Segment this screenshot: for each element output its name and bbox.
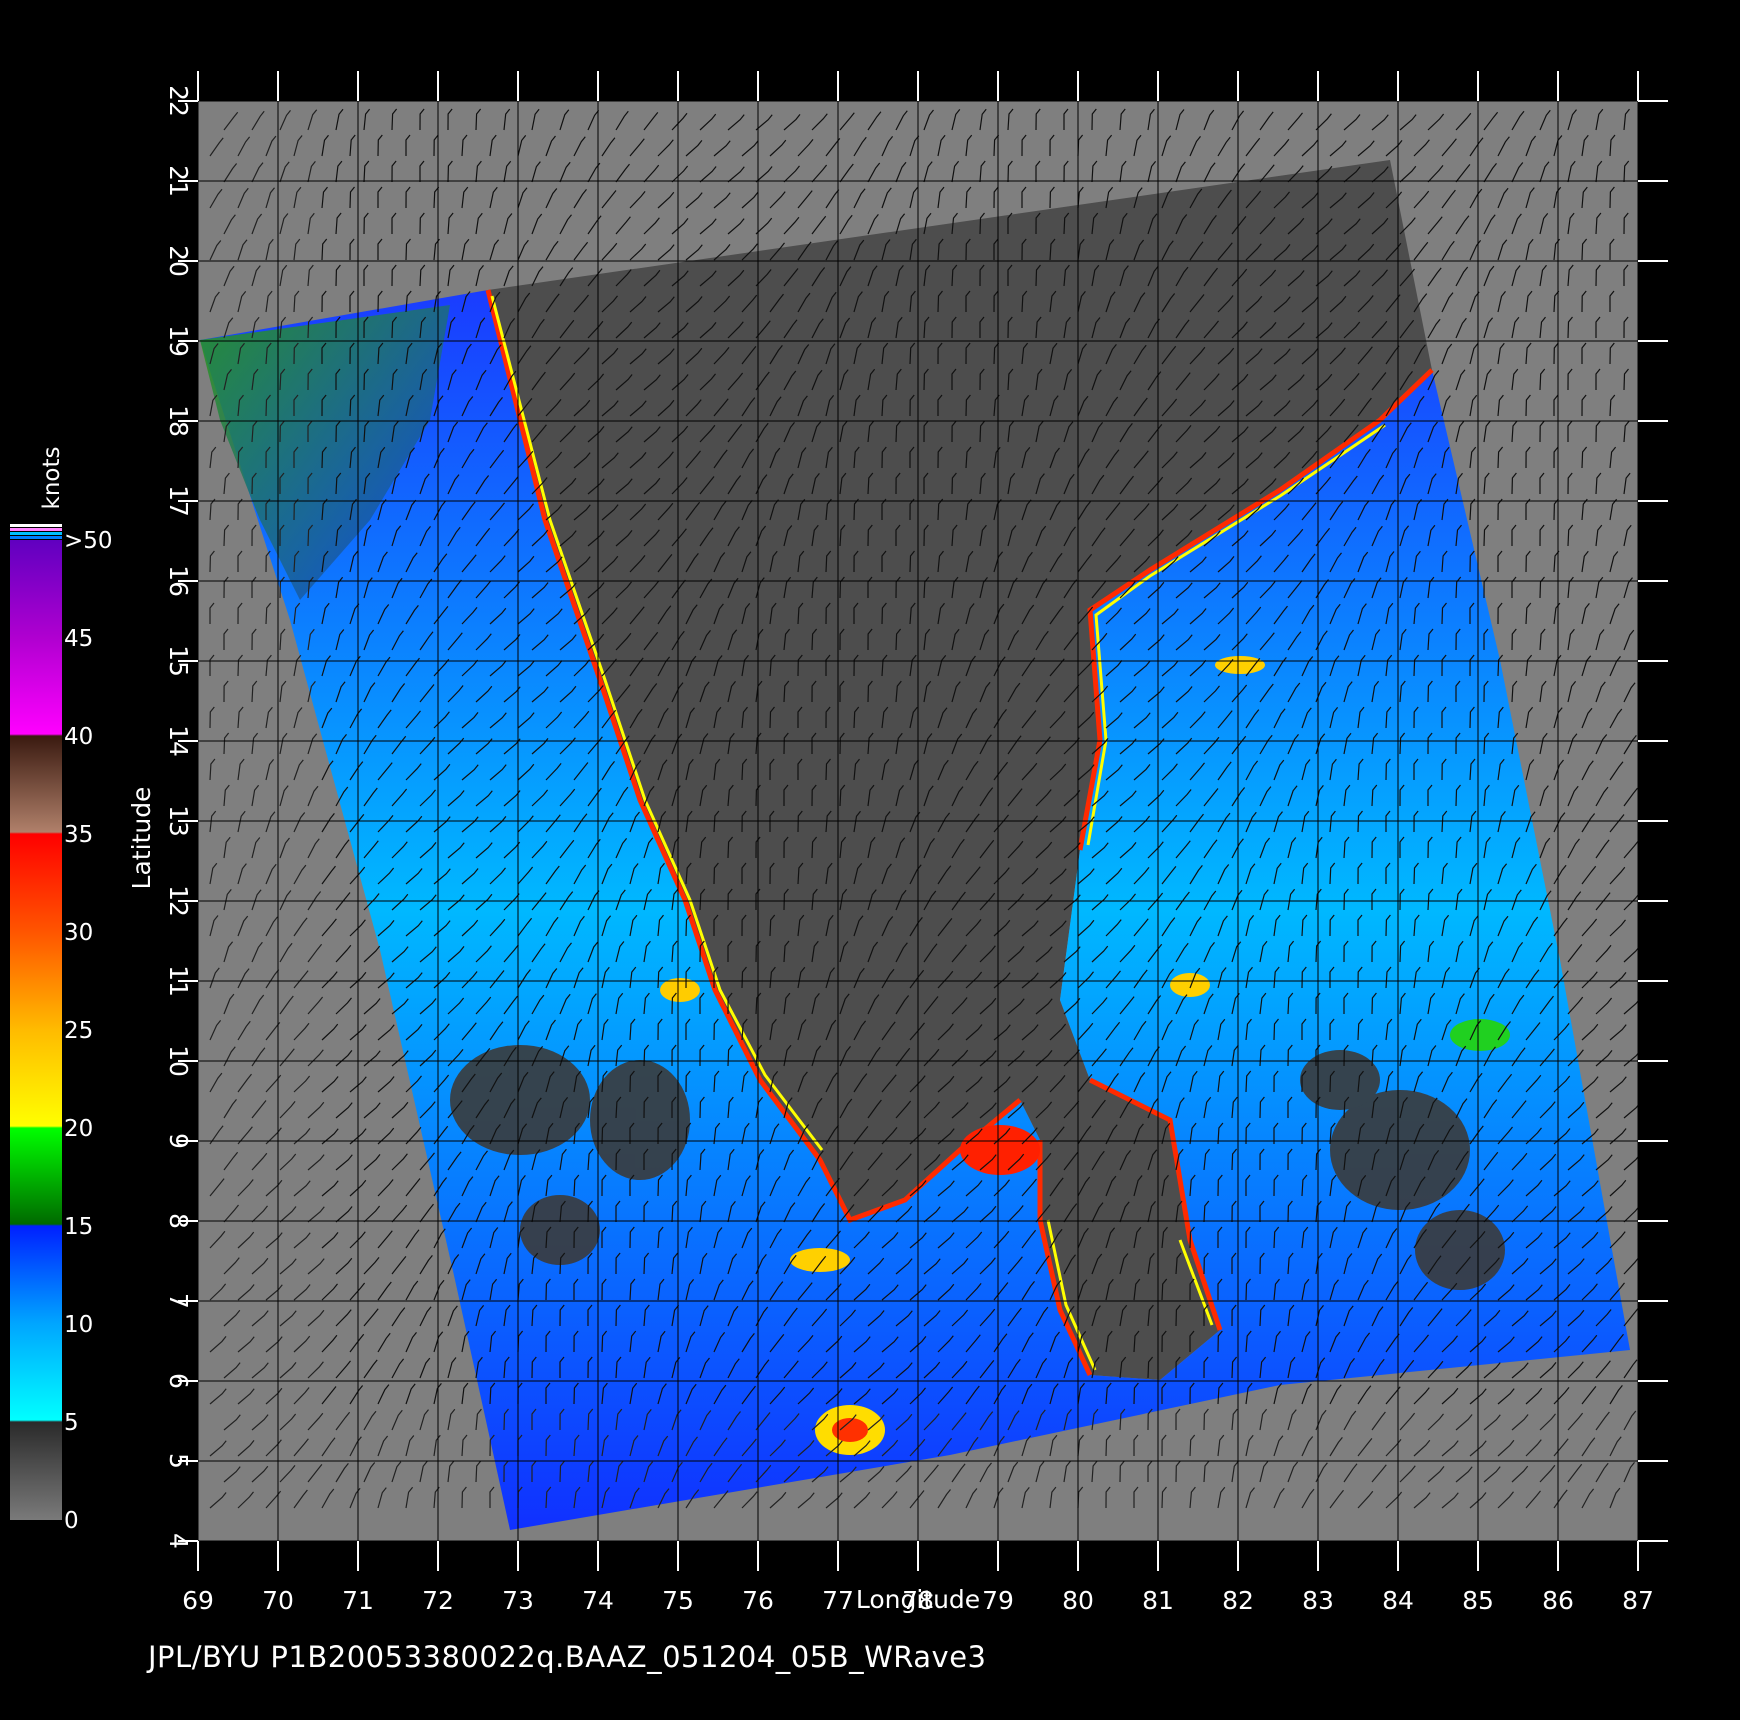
colorbar-tick-label: 40 — [64, 724, 93, 750]
lon-tick-label: 72 — [422, 1586, 454, 1615]
colorbar-overflow-strip — [10, 528, 62, 531]
lat-tick-label: 8 — [164, 1213, 193, 1229]
map-plot-area — [198, 101, 1638, 1541]
lat-tick-label: 18 — [164, 405, 193, 437]
colorbar-gradient — [10, 540, 62, 1520]
x-axis-title: Longitude — [856, 1585, 980, 1614]
lat-tick-label: 5 — [164, 1453, 193, 1469]
colorbar-tick-label: 45 — [64, 626, 93, 652]
colorbar-tick-label: >50 — [64, 528, 113, 554]
lat-tick-label: 22 — [164, 85, 193, 117]
lat-tick-label: 21 — [164, 165, 193, 197]
colorbar-tick-label: 25 — [64, 1018, 93, 1044]
colorbar-overflow-strip — [10, 536, 62, 539]
lon-tick-label: 86 — [1542, 1586, 1574, 1615]
lat-tick-label: 11 — [164, 965, 193, 997]
colorbar-tick-label: 15 — [64, 1214, 93, 1240]
lon-tick-label: 75 — [662, 1586, 694, 1615]
colorbar-overflow-strip — [10, 524, 62, 527]
lon-tick-label: 74 — [582, 1586, 614, 1615]
colorbar-tick-label: 30 — [64, 920, 93, 946]
lon-tick-label: 70 — [262, 1586, 294, 1615]
lat-tick-label: 10 — [164, 1045, 193, 1077]
lat-tick-label: 16 — [164, 565, 193, 597]
footer-caption: JPL/BYU P1B20053380022q.BAAZ_051204_05B_… — [148, 1640, 987, 1674]
wind-map-figure: 69 70 71 72 73 74 75 76 77 78 79 80 81 82 83 84 85 86 8745… — [10, 71, 1668, 1615]
wind-speed-colorbar: >50 45 40 35 30 25 20 15 10 5 0 — [10, 524, 113, 1534]
lat-tick-label: 20 — [164, 245, 193, 277]
lon-tick-label: 77 — [822, 1586, 854, 1615]
lat-tick-label: 12 — [164, 885, 193, 917]
lon-tick-label: 85 — [1462, 1586, 1494, 1615]
lon-tick-label: 83 — [1302, 1586, 1334, 1615]
colorbar-title: knots — [39, 447, 65, 510]
colorbar-tick-label: 10 — [64, 1312, 93, 1338]
y-axis-title: Latitude — [127, 787, 156, 890]
lon-tick-label: 79 — [982, 1586, 1014, 1615]
colorbar-overflow-strip — [10, 532, 62, 535]
colorbar-tick-label: 35 — [64, 822, 93, 848]
lon-tick-label: 81 — [1142, 1586, 1174, 1615]
lon-tick-label: 71 — [342, 1586, 374, 1615]
lat-tick-label: 7 — [164, 1293, 193, 1309]
lat-tick-label: 15 — [164, 645, 193, 677]
lat-tick-label: 9 — [164, 1133, 193, 1149]
lat-tick-label: 6 — [164, 1373, 193, 1389]
lon-tick-label: 80 — [1062, 1586, 1094, 1615]
lat-tick-label: 4 — [164, 1533, 193, 1549]
lon-tick-label: 87 — [1622, 1586, 1654, 1615]
lon-tick-label: 73 — [502, 1586, 534, 1615]
lon-tick-label: 82 — [1222, 1586, 1254, 1615]
colorbar-tick-label: 0 — [64, 1508, 79, 1534]
lon-tick-label: 84 — [1382, 1586, 1414, 1615]
lat-tick-label: 17 — [164, 485, 193, 517]
lat-tick-label: 14 — [164, 725, 193, 757]
lon-tick-label: 76 — [742, 1586, 774, 1615]
colorbar-tick-label: 20 — [64, 1116, 93, 1142]
lat-tick-label: 13 — [164, 805, 193, 837]
lon-tick-label: 69 — [182, 1586, 214, 1615]
colorbar-tick-label: 5 — [64, 1410, 79, 1436]
lat-tick-label: 19 — [164, 325, 193, 357]
